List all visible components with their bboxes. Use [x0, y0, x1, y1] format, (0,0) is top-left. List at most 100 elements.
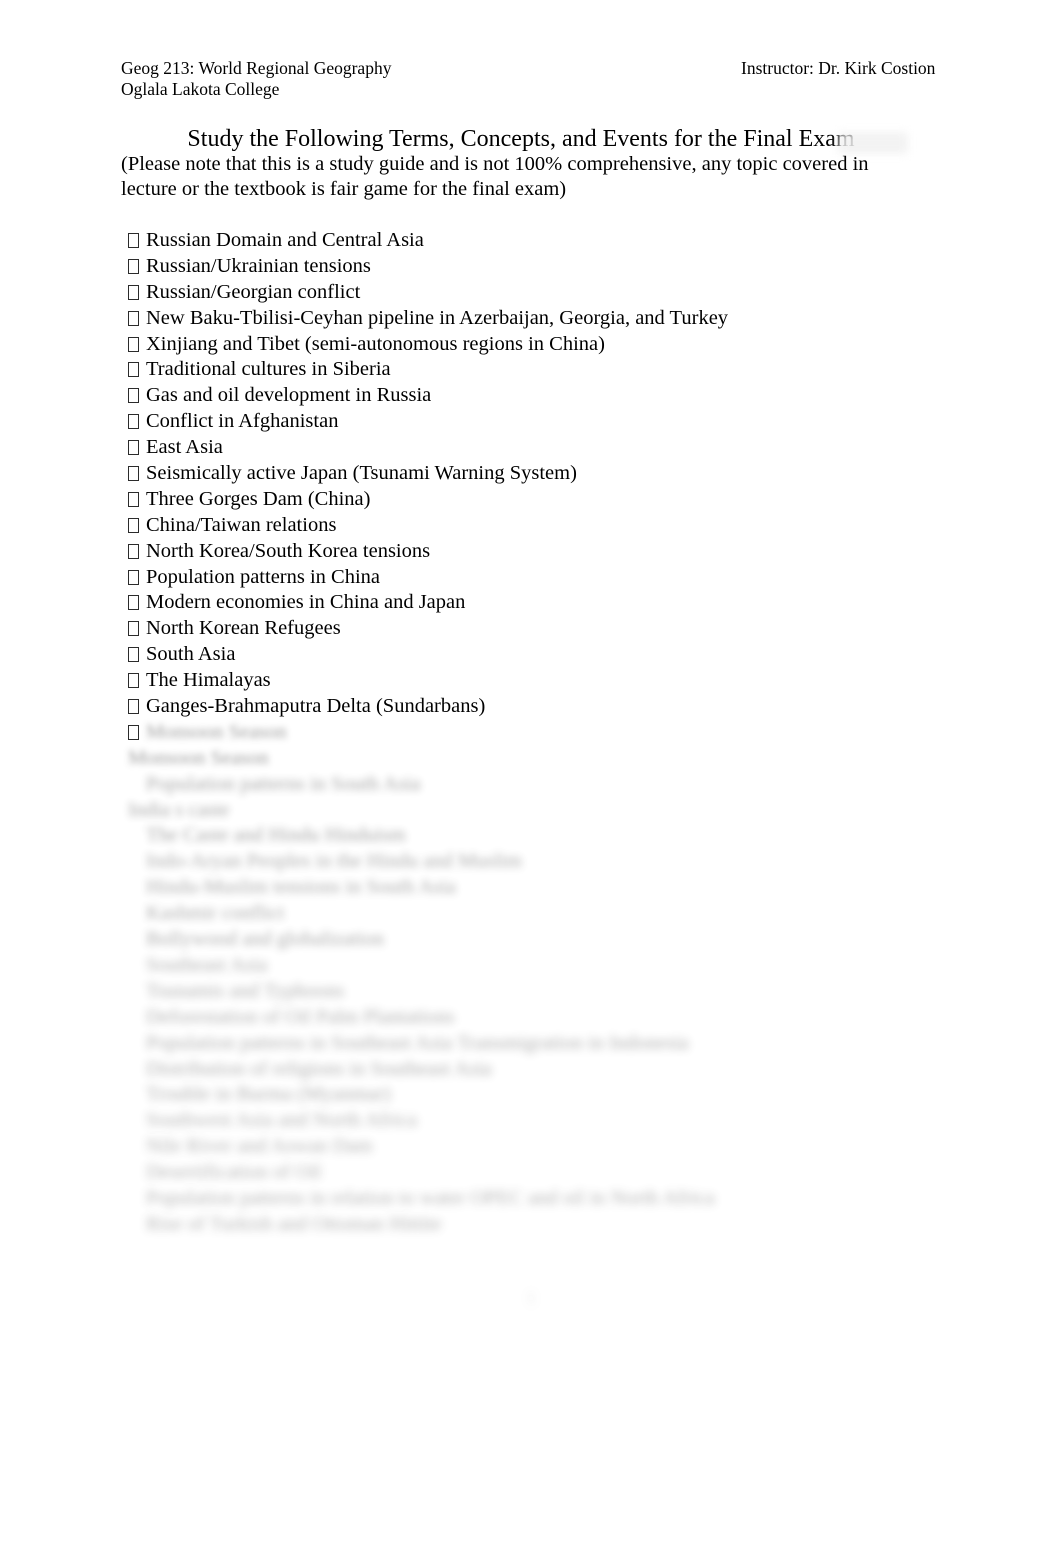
- list-item-illegible: Population patterns in Southeast Asia Tr…: [121, 1031, 951, 1057]
- missing-glyph-box-icon: [128, 258, 139, 274]
- list-item: Population patterns in China: [121, 565, 951, 591]
- missing-glyph-box-icon: [128, 543, 139, 559]
- list-item-illegible: Distribution of religions in Southeast A…: [121, 1057, 951, 1083]
- missing-glyph-box-icon: [128, 724, 139, 740]
- list-item: North Korean Refugees: [121, 616, 951, 642]
- list-item-label: Conflict in Afghanistan: [146, 410, 339, 433]
- page-number: 1: [526, 1288, 536, 1309]
- list-item-label-illegible: The Caste and Hindu Hinduism: [146, 824, 406, 847]
- list-item-illegible: Desertification of Oil: [121, 1160, 951, 1186]
- blur-artifact: [838, 132, 908, 154]
- document-header: Geog 213: World Regional Geography Instr…: [121, 58, 941, 106]
- list-item-illegible: The Caste and Hindu Hinduism: [121, 823, 951, 849]
- missing-glyph-box-icon: [128, 673, 139, 689]
- page-title: Study the Following Terms, Concepts, and…: [187, 126, 855, 152]
- list-item: Modern economies in China and Japan: [121, 590, 951, 616]
- list-item-label-illegible: Trouble in Burma (Myanmar): [146, 1083, 391, 1106]
- list-item: Xinjiang and Tibet (semi-autonomous regi…: [121, 332, 951, 358]
- missing-glyph-box-icon: [128, 466, 139, 482]
- list-item: New Baku-Tbilisi-Ceyhan pipeline in Azer…: [121, 306, 951, 332]
- list-item: Russian/Georgian conflict: [121, 280, 951, 306]
- list-item: Three Gorges Dam (China): [121, 487, 951, 513]
- list-item-label-illegible: Rise of Turkish and Ottoman Hittite: [146, 1212, 442, 1235]
- list-item-label-illegible: Distribution of religions in Southeast A…: [146, 1057, 492, 1080]
- list-item-illegible: Trouble in Burma (Myanmar): [121, 1082, 951, 1108]
- list-item: Russian Domain and Central Asia: [121, 228, 951, 254]
- list-item-illegible: India s caste: [121, 798, 951, 824]
- missing-glyph-box-icon: [128, 647, 139, 663]
- missing-glyph-box-icon: [128, 336, 139, 352]
- list-item-label: Russian/Georgian conflict: [146, 280, 361, 303]
- missing-glyph-box-icon: [128, 310, 139, 326]
- list-item-illegible: Monsoon Season: [121, 720, 951, 746]
- list-item-illegible: Kashmir conflict: [121, 901, 951, 927]
- list-item: East Asia: [121, 435, 951, 461]
- list-item: Russian/Ukrainian tensions: [121, 254, 951, 280]
- list-item-illegible: Tsunamis and Typhoons: [121, 979, 951, 1005]
- terms-list: Russian Domain and Central Asia Russian/U…: [121, 228, 951, 1238]
- list-item-label: Seismically active Japan (Tsunami Warnin…: [146, 462, 577, 485]
- list-item-label-illegible: Bollywood and globalization: [146, 928, 384, 951]
- missing-glyph-box-icon: [128, 440, 139, 456]
- list-item-label-illegible: Kashmir conflict: [146, 902, 285, 925]
- list-item-label: Xinjiang and Tibet (semi-autonomous regi…: [146, 332, 605, 355]
- list-item-illegible: Monsoon Season: [121, 746, 951, 772]
- list-item-label-illegible: India s caste: [128, 798, 230, 821]
- instructor-name: Instructor: Dr. Kirk Costion: [741, 58, 936, 78]
- document-page: Geog 213: World Regional Geography Instr…: [0, 0, 1062, 1561]
- list-item-label-illegible: Nile River and Aswan Dam: [146, 1135, 373, 1158]
- list-item-label: Traditional cultures in Siberia: [146, 358, 391, 381]
- list-item-illegible: Population patterns in relation to water…: [121, 1186, 951, 1212]
- list-item-label: Modern economies in China and Japan: [146, 591, 466, 614]
- list-item-label-illegible: Southeast Asia: [146, 953, 268, 976]
- list-item-label-illegible: Indo-Aryan Peoples in the Hindu and Musl…: [146, 850, 522, 873]
- list-item-label-illegible: Population patterns in relation to water…: [146, 1186, 715, 1209]
- list-item: China/Taiwan relations: [121, 513, 951, 539]
- list-item-label-illegible: Deforestation of Oil Palm Plantations: [146, 1005, 455, 1028]
- institution-name: Oglala Lakota College: [121, 79, 280, 99]
- missing-glyph-box-icon: [128, 517, 139, 533]
- missing-glyph-box-icon: [128, 414, 139, 430]
- list-item-label-illegible: Monsoon Season: [146, 720, 287, 743]
- list-item: Gas and oil development in Russia: [121, 383, 951, 409]
- missing-glyph-box-icon: [128, 699, 139, 715]
- list-item: North Korea/South Korea tensions: [121, 539, 951, 565]
- list-item-label: Russian/Ukrainian tensions: [146, 254, 371, 277]
- list-item-label-illegible: Southwest Asia and North Africa: [146, 1109, 418, 1132]
- list-item-label-illegible: Population patterns in South Asia: [146, 772, 421, 795]
- list-item-label-illegible: Hindu-Muslim tensions in South Asia: [146, 876, 456, 899]
- list-item: Traditional cultures in Siberia: [121, 357, 951, 383]
- list-item: Conflict in Afghanistan: [121, 409, 951, 435]
- list-item-illegible: Southwest Asia and North Africa: [121, 1108, 951, 1134]
- missing-glyph-box-icon: [128, 362, 139, 378]
- list-item-label: North Korean Refugees: [146, 617, 341, 640]
- missing-glyph-box-icon: [128, 233, 139, 248]
- list-item-illegible: Nile River and Aswan Dam: [121, 1134, 951, 1160]
- list-item-label: Population patterns in China: [146, 565, 381, 588]
- list-item-label-illegible: Tsunamis and Typhoons: [146, 979, 345, 1002]
- list-item-label: Russian Domain and Central Asia: [146, 229, 424, 251]
- list-item-label-illegible: Desertification of Oil: [146, 1161, 322, 1184]
- missing-glyph-box-icon: [128, 284, 139, 300]
- list-item-label: South Asia: [146, 643, 236, 666]
- list-item: Seismically active Japan (Tsunami Warnin…: [121, 461, 951, 487]
- list-item-label: Three Gorges Dam (China): [146, 487, 371, 510]
- list-item: Ganges-Brahmaputra Delta (Sundarbans): [121, 694, 951, 720]
- list-item: South Asia: [121, 642, 951, 668]
- list-item-label-illegible: Population patterns in Southeast Asia Tr…: [146, 1031, 689, 1054]
- list-item-label: East Asia: [146, 436, 223, 459]
- list-item-illegible: Southeast Asia: [121, 953, 951, 979]
- list-item-label: The Himalayas: [146, 669, 271, 692]
- list-item-label: Gas and oil development in Russia: [146, 384, 432, 407]
- missing-glyph-box-icon: [128, 388, 139, 404]
- study-guide-note: (Please note that this is a study guide …: [121, 153, 869, 200]
- missing-glyph-box-icon: [128, 491, 139, 507]
- list-item-illegible: Bollywood and globalization: [121, 927, 951, 953]
- list-item-label: Ganges-Brahmaputra Delta (Sundarbans): [146, 695, 486, 718]
- list-item-illegible: Hindu-Muslim tensions in South Asia: [121, 875, 951, 901]
- missing-glyph-box-icon: [128, 569, 139, 585]
- list-item-label-illegible: Monsoon Season: [128, 746, 269, 769]
- list-item: The Himalayas: [121, 668, 951, 694]
- list-item-illegible: Deforestation of Oil Palm Plantations: [121, 1005, 951, 1031]
- list-item-illegible: Population patterns in South Asia: [121, 772, 951, 798]
